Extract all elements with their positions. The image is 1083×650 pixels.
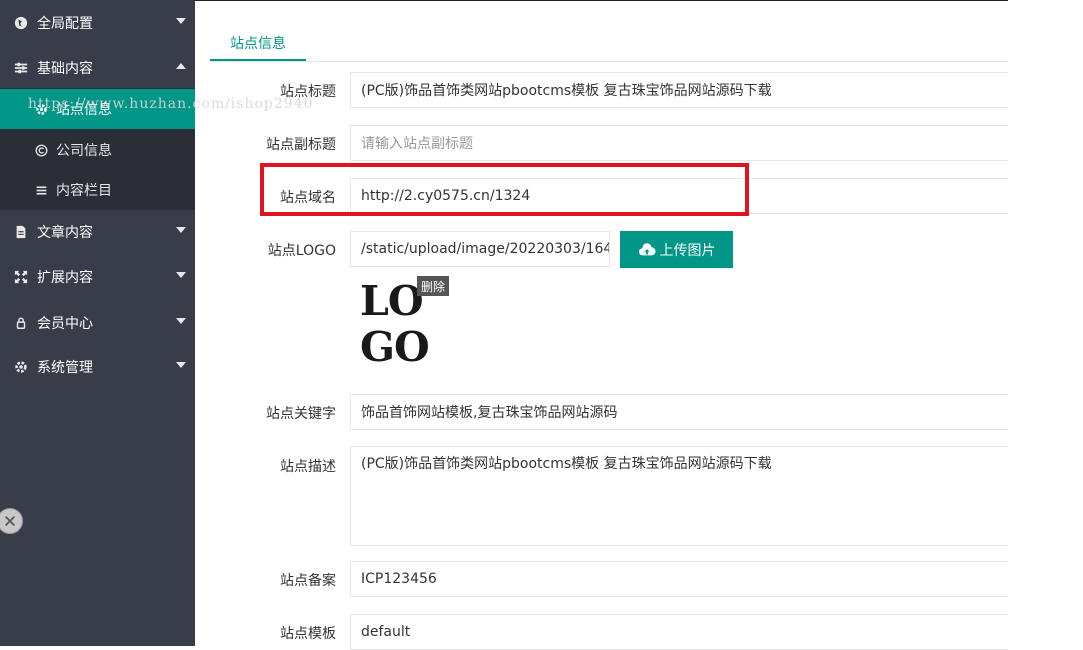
sidebar-item-global-config[interactable]: 全局配置	[0, 0, 195, 45]
tab-site-info[interactable]: 站点信息	[210, 26, 306, 60]
cloud-upload-icon	[638, 242, 656, 255]
chevron-down-icon	[176, 227, 186, 233]
chevron-down-icon	[176, 18, 186, 24]
user-icon	[14, 316, 28, 330]
close-circle-button[interactable]	[0, 508, 23, 534]
sidebar-item-label: 会员中心	[37, 315, 93, 332]
site-title-input[interactable]: (PC版)饰品首饰类网站pbootcms模板 复古珠宝饰品网站源码下载	[350, 72, 1008, 108]
chevron-up-icon	[176, 63, 186, 69]
site-template-input[interactable]: default	[350, 614, 1008, 650]
site-template-label: 站点模板	[280, 626, 336, 642]
tab-divider	[210, 61, 1008, 62]
expand-icon	[14, 270, 28, 284]
upload-button-label: 上传图片	[659, 242, 716, 259]
site-domain-label: 站点域名	[280, 190, 336, 206]
sidebar-subitem-label: 内容栏目	[56, 183, 112, 199]
sidebar-item-system-management[interactable]: 系统管理	[0, 344, 195, 389]
sidebar-item-article-content[interactable]: 文章内容	[0, 209, 195, 254]
sidebar-item-label: 扩展内容	[37, 269, 93, 286]
chevron-down-icon	[176, 318, 186, 324]
site-domain-input[interactable]: http://2.cy0575.cn/1324	[350, 178, 1008, 214]
site-logo-path-input[interactable]: /static/upload/image/20220303/1646278	[350, 231, 610, 267]
site-icp-label: 站点备案	[280, 573, 336, 589]
site-logo-label: 站点LOGO	[267, 243, 336, 259]
gear-icon	[14, 360, 28, 374]
delete-logo-button[interactable]: 删除	[417, 276, 449, 296]
sidebar-item-member-center[interactable]: 会员中心	[0, 300, 195, 345]
sidebar-subitem-company-info[interactable]: 公司信息	[0, 130, 195, 170]
close-icon	[5, 516, 15, 526]
sidebar-item-label: 基础内容	[37, 60, 93, 77]
site-keywords-input[interactable]: 饰品首饰网站模板,复古珠宝饰品网站源码	[350, 394, 1008, 430]
sliders-icon	[14, 61, 28, 75]
top-border	[195, 0, 1008, 1]
chevron-down-icon	[176, 272, 186, 278]
sidebar-item-label: 文章内容	[37, 224, 93, 241]
logo-preview-line: GO	[360, 323, 430, 371]
site-keywords-label: 站点关键字	[266, 406, 336, 422]
globe-icon	[14, 16, 28, 30]
site-subtitle-label: 站点副标题	[266, 137, 336, 153]
site-icp-input[interactable]: ICP123456	[350, 561, 1008, 597]
menu-icon	[34, 183, 48, 197]
site-description-label: 站点描述	[280, 459, 336, 475]
site-subtitle-input[interactable]: 请输入站点副标题	[350, 125, 1008, 161]
chevron-down-icon	[176, 362, 186, 368]
sidebar-item-extend-content[interactable]: 扩展内容	[0, 254, 195, 299]
sidebar-subitem-content-columns[interactable]: 内容栏目	[0, 170, 195, 210]
copyright-icon	[34, 143, 48, 157]
sidebar-item-label: 全局配置	[37, 15, 93, 32]
upload-image-button[interactable]: 上传图片	[620, 231, 733, 268]
document-icon	[14, 225, 28, 239]
site-description-textarea[interactable]: (PC版)饰品首饰类网站pbootcms模板 复古珠宝饰品网站源码下载	[350, 446, 1008, 546]
sidebar-item-label: 系统管理	[37, 359, 93, 376]
sidebar-subitem-label: 公司信息	[56, 143, 112, 159]
watermark-text: https://www.huzhan.com/ishop2940	[28, 96, 314, 112]
sidebar-item-basic-content[interactable]: 基础内容	[0, 45, 195, 90]
